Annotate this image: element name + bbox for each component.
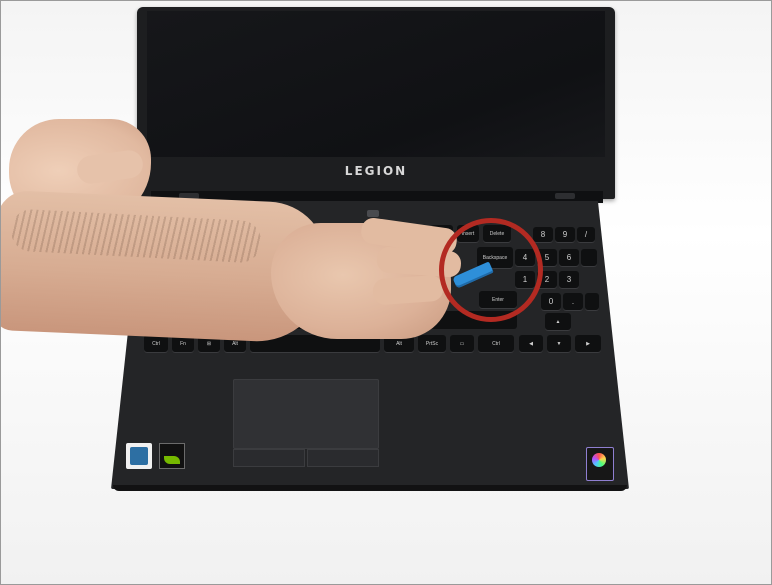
intel-sticker (126, 443, 152, 469)
key-menu[interactable]: ▭ (450, 335, 474, 353)
key-numpad-0[interactable]: 0 (541, 293, 561, 311)
key-ctrl-right[interactable]: Ctrl (478, 335, 514, 353)
brand-logo: LEGION (344, 164, 408, 178)
laptop-base-edge (113, 485, 627, 491)
key-arrow-up[interactable]: ▲ (545, 313, 571, 331)
key-numpad-enter[interactable] (585, 293, 599, 311)
key-arrow-down[interactable]: ▼ (547, 335, 571, 353)
lid-latch (367, 210, 379, 217)
key-ctrl-left[interactable]: Ctrl (144, 335, 168, 353)
key-numpad-plus[interactable] (581, 249, 597, 267)
nvidia-sticker (159, 443, 185, 469)
razer-chroma-sticker (586, 447, 614, 481)
key-numpad-dot[interactable]: . (563, 293, 583, 311)
key-numpad-slash[interactable]: / (577, 227, 595, 243)
photo-frame: LEGION Esc F1 F2 F3 F4 F5 F6 F11 Insert … (0, 0, 772, 585)
key-prtsc[interactable]: PrtSc (418, 335, 446, 353)
key-arrow-left[interactable]: ◀ (519, 335, 543, 353)
touchpad-left-button[interactable] (233, 449, 305, 467)
key-numpad-9[interactable]: 9 (555, 227, 575, 243)
touchpad-right-button[interactable] (307, 449, 379, 467)
touchpad[interactable] (233, 379, 379, 449)
laptop-lid: LEGION (137, 7, 615, 199)
laptop-screen (147, 11, 605, 157)
right-ring-finger (372, 274, 444, 306)
key-numpad-8[interactable]: 8 (533, 227, 553, 243)
highlight-circle (439, 218, 543, 322)
key-numpad-3[interactable]: 3 (559, 271, 579, 289)
key-numpad-6[interactable]: 6 (559, 249, 579, 267)
key-arrow-right[interactable]: ▶ (575, 335, 601, 353)
